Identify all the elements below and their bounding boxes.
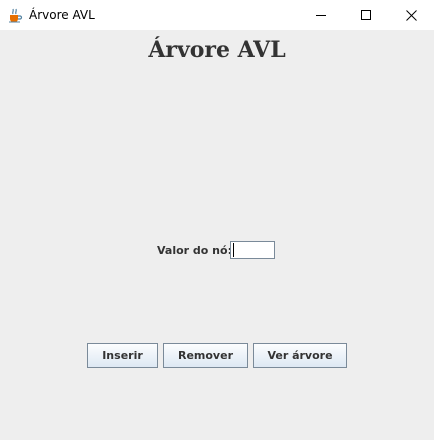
text-caret [233,243,234,257]
main-panel: Árvore AVL Valor do nó: Inserir Remover … [0,30,434,440]
application-window: Árvore AVL Árvore AVL Valor do nó: Inser… [0,0,434,440]
insert-button[interactable]: Inserir [87,343,158,368]
minimize-icon [316,15,326,16]
view-tree-button[interactable]: Ver árvore [253,343,347,368]
maximize-icon [361,10,371,20]
java-cup-icon [7,7,23,23]
page-title: Árvore AVL [148,37,286,63]
close-icon [405,9,417,21]
title-bar[interactable]: Árvore AVL [0,0,434,30]
window-title: Árvore AVL [29,8,95,22]
maximize-button[interactable] [343,0,389,30]
node-value-label: Valor do nó: [157,244,232,257]
remove-button[interactable]: Remover [163,343,248,368]
minimize-button[interactable] [298,0,344,30]
node-value-input[interactable] [230,241,275,259]
close-button[interactable] [388,0,434,30]
